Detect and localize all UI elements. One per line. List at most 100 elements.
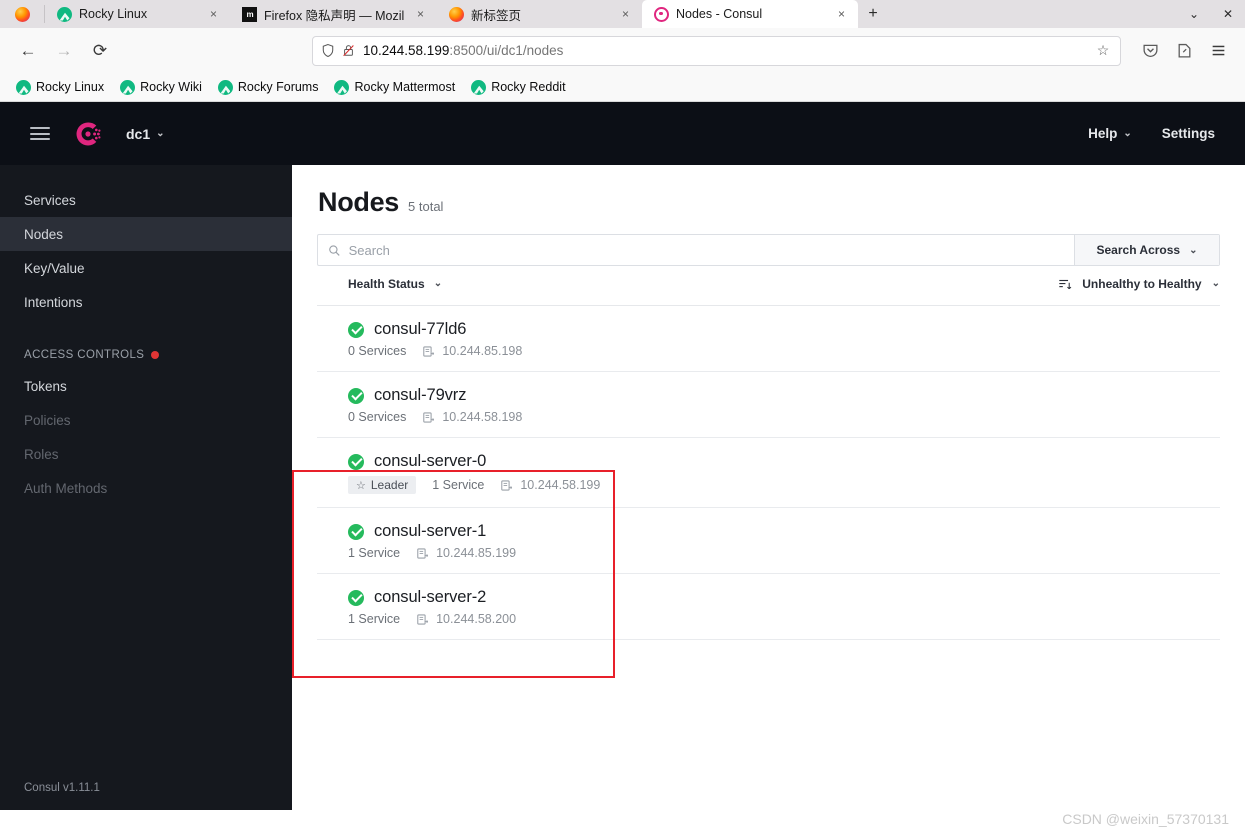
chevron-down-icon: ⌄ xyxy=(433,278,443,289)
close-icon[interactable]: × xyxy=(617,6,634,23)
node-list-item[interactable]: consul-server-0 ☆ Leader 1 Service 10.24… xyxy=(317,438,1220,508)
server-address-icon xyxy=(423,411,435,423)
sidebar-item-roles[interactable]: Roles xyxy=(0,437,292,471)
node-name: consul-server-0 xyxy=(374,452,487,470)
node-meta: 0 Services 10.244.58.198 xyxy=(348,410,1220,424)
chevron-down-icon: ⌄ xyxy=(1189,244,1198,256)
sidebar-item-label: Roles xyxy=(24,446,59,462)
tab-title: Firefox 隐私声明 — Mozil xyxy=(264,8,405,23)
node-ip: 10.244.58.198 xyxy=(442,410,523,424)
tab-title: 新标签页 xyxy=(471,8,522,23)
url-path: :8500/ui/dc1/nodes xyxy=(449,43,564,58)
sidebar: Services Nodes Key/Value Intentions ACCE… xyxy=(0,165,292,810)
star-icon: ☆ xyxy=(356,479,366,492)
node-address: 10.244.58.199 xyxy=(500,478,600,492)
search-bar: Search Across ⌄ xyxy=(317,234,1220,266)
sidebar-item-services[interactable]: Services xyxy=(0,183,292,217)
sidebar-group-label: ACCESS CONTROLS xyxy=(24,349,145,361)
node-name-line: consul-77ld6 xyxy=(348,320,1220,339)
list-all-tabs-icon[interactable]: ⌄ xyxy=(1177,0,1211,28)
close-icon[interactable]: × xyxy=(205,6,222,23)
forward-icon[interactable]: → xyxy=(48,35,80,67)
rocky-icon xyxy=(57,6,72,22)
browser-tab-2[interactable]: 新标签页 × xyxy=(437,0,642,28)
node-address: 10.244.85.198 xyxy=(422,344,522,358)
node-ip: 10.244.58.199 xyxy=(520,478,601,492)
node-name: consul-server-1 xyxy=(374,522,487,540)
sort-label: Unhealthy to Healthy xyxy=(1082,276,1202,291)
hamburger-menu-icon[interactable] xyxy=(1203,36,1233,66)
node-list-item[interactable]: consul-server-1 1 Service 10.244.85.199 xyxy=(317,508,1220,574)
node-name-line: consul-79vrz xyxy=(348,386,1220,405)
back-icon[interactable]: ← xyxy=(12,35,44,67)
save-to-pocket-icon[interactable] xyxy=(1169,36,1199,66)
browser-tab-3[interactable]: Nodes - Consul × xyxy=(642,0,858,28)
reload-icon[interactable]: ⟳ xyxy=(84,35,116,67)
sidebar-item-label: Services xyxy=(24,192,76,208)
bookmarks-toolbar: Rocky Linux Rocky Wiki Rocky Forums Rock… xyxy=(0,73,1245,102)
close-icon[interactable]: × xyxy=(833,6,850,23)
search-across-label: Search Across xyxy=(1096,243,1181,257)
health-status-filter[interactable]: Health Status ⌄ xyxy=(317,277,442,291)
search-field[interactable] xyxy=(318,235,1074,265)
health-passing-icon xyxy=(348,589,364,606)
browser-tab-1[interactable]: m Firefox 隐私声明 — Mozil × xyxy=(230,0,437,28)
consul-icon xyxy=(654,6,669,22)
node-meta: ☆ Leader 1 Service 10.244.58.199 xyxy=(348,476,1220,494)
node-service-count: 1 Service xyxy=(432,478,485,492)
sidebar-item-policies[interactable]: Policies xyxy=(0,403,292,437)
top-nav-actions: Help ⌄ Settings xyxy=(1088,126,1215,141)
help-menu[interactable]: Help ⌄ xyxy=(1088,126,1132,141)
sidebar-item-label: Policies xyxy=(24,412,71,428)
settings-link[interactable]: Settings xyxy=(1162,126,1215,141)
pocket-icon[interactable] xyxy=(1135,36,1165,66)
browser-tab-0[interactable]: Rocky Linux × xyxy=(45,0,230,28)
node-name: consul-server-2 xyxy=(374,588,487,606)
mozilla-icon: m xyxy=(242,6,257,22)
bookmark-rocky-forums[interactable]: Rocky Forums xyxy=(212,78,325,97)
consul-version: Consul v1.11.1 xyxy=(24,782,100,794)
consul-body: Services Nodes Key/Value Intentions ACCE… xyxy=(0,165,1245,810)
bookmark-rocky-mattermost[interactable]: Rocky Mattermost xyxy=(328,78,461,97)
bookmark-rocky-reddit[interactable]: Rocky Reddit xyxy=(465,78,571,97)
node-address: 10.244.58.198 xyxy=(422,410,522,424)
chevron-down-icon: ⌄ xyxy=(1211,278,1220,289)
new-tab-button[interactable]: + xyxy=(858,0,888,28)
url-bar-icons xyxy=(321,43,355,58)
node-meta: 0 Services 10.244.85.198 xyxy=(348,344,1220,358)
node-ip: 10.244.85.199 xyxy=(436,546,517,560)
url-bar[interactable]: 10.244.58.199:8500/ui/dc1/nodes ☆ xyxy=(312,35,1121,66)
insecure-lock-icon[interactable] xyxy=(342,43,355,58)
filter-bar: Health Status ⌄ Unhealthy to Healthy ⌄ xyxy=(317,266,1220,306)
node-list-item[interactable]: consul-77ld6 0 Services 10.244.85.198 xyxy=(317,306,1220,372)
datacenter-selector[interactable]: dc1 ⌄ xyxy=(126,126,165,142)
search-input[interactable] xyxy=(348,242,1064,258)
sort-control[interactable]: Unhealthy to Healthy ⌄ xyxy=(1058,277,1220,291)
search-across-dropdown[interactable]: Search Across ⌄ xyxy=(1074,235,1219,265)
sidebar-item-auth-methods[interactable]: Auth Methods xyxy=(0,471,292,505)
bookmark-rocky-linux[interactable]: Rocky Linux xyxy=(10,78,110,97)
rocky-icon xyxy=(120,79,136,95)
node-list-item[interactable]: consul-79vrz 0 Services 10.244.58.198 xyxy=(317,372,1220,438)
node-service-count: 0 Services xyxy=(348,410,407,424)
leader-label: Leader xyxy=(370,478,409,492)
close-icon[interactable]: × xyxy=(412,6,429,23)
page-title: Nodes xyxy=(318,187,400,217)
search-icon xyxy=(329,244,340,256)
main-content: Nodes 5 total Search Across ⌄ xyxy=(292,165,1245,810)
consul-logo[interactable] xyxy=(72,118,104,150)
bookmark-star-icon[interactable]: ☆ xyxy=(1094,42,1112,59)
chevron-down-icon: ⌄ xyxy=(156,128,165,139)
window-close-icon[interactable]: ✕ xyxy=(1211,0,1245,28)
shield-icon[interactable] xyxy=(321,43,335,58)
sidebar-item-intentions[interactable]: Intentions xyxy=(0,285,292,319)
menu-icon[interactable] xyxy=(30,127,50,140)
sidebar-item-tokens[interactable]: Tokens xyxy=(0,369,292,403)
health-passing-icon xyxy=(348,523,364,540)
sidebar-item-nodes[interactable]: Nodes xyxy=(0,217,292,251)
datacenter-label: dc1 xyxy=(126,125,151,142)
bookmark-rocky-wiki[interactable]: Rocky Wiki xyxy=(114,78,208,97)
help-label: Help xyxy=(1088,126,1118,141)
sidebar-item-key-value[interactable]: Key/Value xyxy=(0,251,292,285)
node-list-item[interactable]: consul-server-2 1 Service 10.244.58.200 xyxy=(317,574,1220,640)
